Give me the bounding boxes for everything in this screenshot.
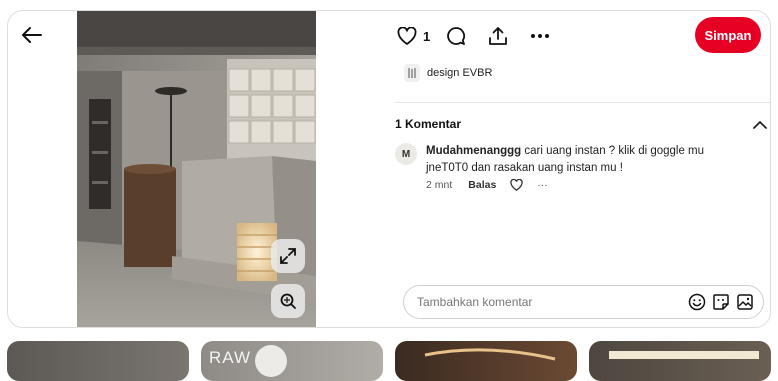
heart-icon <box>510 179 523 191</box>
emoji-button[interactable] <box>687 292 707 312</box>
pin-details-panel: 1 Simpan design EVBR 1 Komentar M Mudahm… <box>395 11 770 327</box>
emoji-icon <box>688 293 706 311</box>
sticker-icon <box>713 294 729 310</box>
more-options-button[interactable] <box>528 24 552 48</box>
board-link[interactable]: design EVBR <box>404 64 492 82</box>
comment-more-button[interactable]: ··· <box>537 179 548 191</box>
board-name: design EVBR <box>427 67 493 79</box>
comment-button[interactable] <box>444 24 468 48</box>
sticker-button[interactable] <box>711 292 731 312</box>
related-pin[interactable] <box>589 341 771 381</box>
related-pin[interactable] <box>7 341 189 381</box>
more-icon <box>531 34 550 38</box>
comment-composer <box>403 285 764 319</box>
back-arrow-icon <box>22 27 42 43</box>
comment-username[interactable]: Mudahmenanggg <box>426 145 521 157</box>
share-icon <box>489 27 508 45</box>
comment-timestamp: 2 mnt <box>426 179 453 191</box>
action-bar: 1 <box>395 23 552 49</box>
like-button[interactable] <box>395 24 419 48</box>
visual-search-icon <box>280 293 296 309</box>
image-upload-button[interactable] <box>735 292 755 312</box>
comments-header[interactable]: 1 Komentar <box>395 115 767 133</box>
share-button[interactable] <box>486 24 510 48</box>
reply-button[interactable]: Balas <box>468 179 496 191</box>
pin-image[interactable] <box>77 11 316 327</box>
related-pin[interactable]: RAW <box>201 341 383 381</box>
visual-search-button[interactable] <box>271 284 305 318</box>
comment-input[interactable] <box>417 295 677 309</box>
expand-icon <box>280 248 296 264</box>
heart-icon <box>397 27 417 45</box>
board-thumbnail <box>404 64 420 82</box>
comment-body: Mudahmenanggg cari uang instan ? klik di… <box>426 143 736 177</box>
window-light-shape <box>609 351 759 359</box>
related-pin[interactable] <box>395 341 577 381</box>
board-thumbnail-icon <box>408 68 416 78</box>
expand-button[interactable] <box>271 239 305 273</box>
avatar[interactable]: M <box>395 143 417 165</box>
divider <box>395 102 770 103</box>
pin-closeup-card: 1 Simpan design EVBR 1 Komentar M Mudahm… <box>7 10 771 328</box>
save-button[interactable]: Simpan <box>695 17 761 53</box>
comment-meta: 2 mnt Balas ··· <box>426 179 562 191</box>
comment-like-button[interactable] <box>510 179 523 191</box>
interior-photo <box>77 11 316 327</box>
ceiling-lights-shape <box>424 348 556 361</box>
back-button[interactable] <box>18 21 46 49</box>
image-icon <box>737 294 753 310</box>
comment-bubble-icon <box>447 27 466 45</box>
comments-title: 1 Komentar <box>395 117 462 131</box>
chevron-up-icon[interactable] <box>753 120 767 129</box>
composer-icons <box>683 292 755 312</box>
lamp-globe-shape <box>255 345 287 377</box>
like-count: 1 <box>423 28 431 44</box>
